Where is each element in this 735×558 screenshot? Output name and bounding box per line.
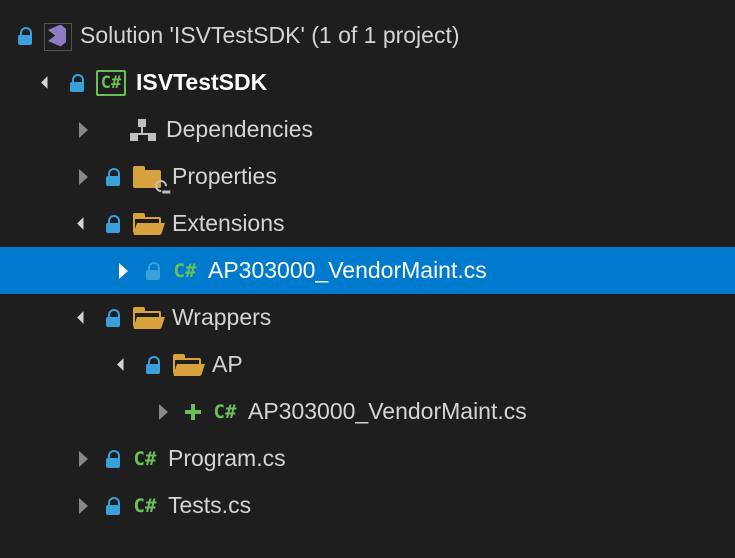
program-file-node[interactable]: C# Program.cs: [0, 435, 735, 482]
expander-closed-icon[interactable]: [68, 122, 98, 138]
csharp-file-icon: C#: [128, 495, 162, 517]
wrappers-ap-node[interactable]: AP: [0, 341, 735, 388]
lock-icon: [98, 215, 128, 233]
ap-folder-label: AP: [206, 351, 243, 378]
wrappers-ap-file-vendormaint[interactable]: C# AP303000_VendorMaint.cs: [0, 388, 735, 435]
solution-title: Solution 'ISVTestSDK' (1 of 1 project): [74, 22, 460, 49]
csharp-project-icon: C#: [92, 70, 130, 96]
lock-icon: [98, 497, 128, 515]
csharp-file-icon: C#: [168, 260, 202, 282]
dependencies-icon: [126, 119, 160, 141]
extensions-file-vendormaint[interactable]: C# AP303000_VendorMaint.cs: [0, 247, 735, 294]
expander-closed-icon[interactable]: [68, 498, 98, 514]
lock-icon: [62, 74, 92, 92]
lock-icon: [10, 27, 40, 45]
extensions-node[interactable]: Extensions: [0, 200, 735, 247]
lock-icon: [138, 356, 168, 374]
file-label: Tests.cs: [162, 492, 251, 519]
properties-label: Properties: [166, 163, 277, 190]
file-label: AP303000_VendorMaint.cs: [202, 257, 487, 284]
properties-folder-icon: [128, 166, 166, 188]
lock-icon: [98, 450, 128, 468]
file-label: Program.cs: [162, 445, 286, 472]
tests-file-node[interactable]: C# Tests.cs: [0, 482, 735, 529]
folder-open-icon: [168, 354, 206, 376]
extensions-label: Extensions: [166, 210, 285, 237]
project-node[interactable]: C# ISVTestSDK: [0, 59, 735, 106]
csharp-file-icon: C#: [128, 448, 162, 470]
lock-icon: [98, 309, 128, 327]
vs-solution-icon: [40, 23, 74, 49]
dependencies-label: Dependencies: [160, 116, 313, 143]
add-icon: [178, 404, 208, 420]
folder-open-icon: [128, 213, 166, 235]
lock-icon: [98, 168, 128, 186]
project-name: ISVTestSDK: [130, 69, 267, 96]
expander-open-icon[interactable]: [32, 78, 62, 87]
expander-closed-icon[interactable]: [148, 404, 178, 420]
wrappers-node[interactable]: Wrappers: [0, 294, 735, 341]
solution-root[interactable]: Solution 'ISVTestSDK' (1 of 1 project): [0, 12, 735, 59]
folder-open-icon: [128, 307, 166, 329]
lock-icon: [138, 262, 168, 280]
properties-node[interactable]: Properties: [0, 153, 735, 200]
dependencies-node[interactable]: Dependencies: [0, 106, 735, 153]
expander-open-icon[interactable]: [68, 219, 98, 228]
expander-closed-icon[interactable]: [68, 451, 98, 467]
expander-open-icon[interactable]: [68, 313, 98, 322]
csharp-file-icon: C#: [208, 401, 242, 423]
expander-closed-icon[interactable]: [108, 263, 138, 279]
wrappers-label: Wrappers: [166, 304, 271, 331]
expander-open-icon[interactable]: [108, 360, 138, 369]
expander-closed-icon[interactable]: [68, 169, 98, 185]
file-label: AP303000_VendorMaint.cs: [242, 398, 527, 425]
